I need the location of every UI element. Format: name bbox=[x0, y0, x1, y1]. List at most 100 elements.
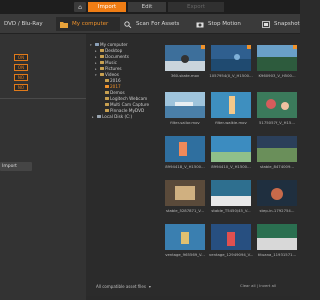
tree-item-pictures[interactable]: ▸ Pictures bbox=[95, 66, 122, 71]
source-scan-label: Scan For Assets bbox=[136, 21, 180, 27]
media-thumbnail[interactable] bbox=[165, 45, 205, 71]
folder-icon bbox=[99, 73, 104, 76]
expand-icon: ▾ bbox=[95, 72, 97, 77]
media-thumbnail[interactable] bbox=[165, 180, 205, 206]
tree-item-label: Demos bbox=[110, 90, 125, 95]
video-thumbnail-image bbox=[165, 136, 205, 162]
video-thumbnail-image bbox=[211, 180, 251, 206]
source-stop-motion-label: Stop Motion bbox=[208, 21, 241, 27]
source-scan-assets[interactable]: Scan For Assets bbox=[124, 17, 184, 31]
tab-import[interactable]: Import bbox=[88, 2, 126, 12]
tree-item-music[interactable]: ▸ Music bbox=[95, 60, 117, 65]
tree-item-multi-cam-capture[interactable]: Multi Cam Capture bbox=[100, 102, 149, 107]
video-thumbnail-image bbox=[165, 92, 205, 118]
media-thumbnail[interactable] bbox=[211, 224, 251, 250]
expand-icon: ▸ bbox=[95, 60, 97, 65]
media-thumbnail[interactable] bbox=[211, 92, 251, 118]
selected-check-icon[interactable] bbox=[201, 45, 205, 49]
selected-check-icon[interactable] bbox=[293, 45, 297, 49]
file-filter-dropdown[interactable]: All compatible asset files ▾ bbox=[96, 283, 186, 290]
tree-item-label: Videos bbox=[105, 72, 119, 77]
tree-item-pinnacle-mydvd[interactable]: Pinnacle MyDVD bbox=[100, 108, 144, 113]
snapshot-icon bbox=[262, 20, 270, 28]
tree-item-documents[interactable]: ▸ Documents bbox=[95, 54, 129, 59]
video-thumbnail-image bbox=[257, 136, 297, 162]
media-thumbnail[interactable] bbox=[211, 136, 251, 162]
option-toggle-4[interactable]: NO bbox=[14, 84, 28, 91]
video-thumbnail-image bbox=[165, 45, 205, 71]
media-thumbnail[interactable] bbox=[257, 136, 297, 162]
tree-item-label: Desktop bbox=[105, 48, 123, 53]
tree-item-videos[interactable]: ▾ Videos bbox=[95, 72, 119, 77]
left-panel: ON ON NO NO Import bbox=[0, 34, 86, 300]
selected-check-icon[interactable] bbox=[247, 45, 251, 49]
source-stop-motion[interactable]: Stop Motion bbox=[196, 17, 256, 31]
media-caption: stable_5287871_V... bbox=[165, 208, 205, 213]
tab-edit[interactable]: Edit bbox=[128, 2, 166, 12]
folder-icon bbox=[99, 61, 104, 64]
source-snapshot-label: Snapshot bbox=[274, 21, 300, 27]
tree-item-demos[interactable]: Demos bbox=[100, 90, 125, 95]
source-dvd-label: DVD / Blu-Ray bbox=[4, 21, 43, 27]
tree-item-local-disk[interactable]: ▸ Local Disk (C:) bbox=[92, 114, 132, 119]
import-button[interactable]: Import bbox=[0, 162, 32, 171]
media-thumbnail[interactable] bbox=[257, 224, 297, 250]
media-thumbnail[interactable] bbox=[211, 180, 251, 206]
tree-item-label: Multi Cam Capture bbox=[110, 102, 150, 107]
source-snapshot[interactable]: Snapshot bbox=[262, 17, 302, 31]
option-toggle-2[interactable]: ON bbox=[14, 64, 28, 71]
video-thumbnail-image bbox=[257, 224, 297, 250]
tree-item-desktop[interactable]: ▸ Desktop bbox=[95, 48, 122, 53]
source-bar: DVD / Blu-Ray My computer Scan For Asset… bbox=[0, 14, 300, 34]
folder-icon bbox=[104, 79, 109, 82]
video-thumbnail-image bbox=[257, 45, 297, 71]
media-caption: filter-walkie.mov bbox=[215, 120, 247, 125]
tree-item-label: 2016 bbox=[110, 78, 121, 83]
video-thumbnail-image bbox=[165, 180, 205, 206]
tree-item-2016[interactable]: 2016 bbox=[100, 78, 121, 83]
expand-icon: ▾ bbox=[90, 42, 92, 47]
media-caption: filter-sailor.mov bbox=[170, 120, 200, 125]
media-caption: step-in-1792754... bbox=[259, 208, 295, 213]
expand-icon: ▸ bbox=[95, 48, 97, 53]
source-my-computer[interactable]: My computer bbox=[56, 17, 120, 31]
media-caption: 1057954(0_V_H1500... bbox=[209, 73, 253, 78]
tree-item-logitech-webcam[interactable]: Logitech Webcam bbox=[100, 96, 147, 101]
folder-icon bbox=[104, 91, 109, 94]
tree-item-label: Pinnacle MyDVD bbox=[110, 108, 145, 113]
tab-export[interactable]: Export bbox=[168, 2, 224, 12]
tree-item-label: 2017 bbox=[110, 84, 121, 89]
option-toggle-3[interactable]: NO bbox=[14, 74, 28, 81]
media-thumbnail[interactable] bbox=[211, 45, 251, 71]
video-thumbnail-image bbox=[257, 92, 297, 118]
media-caption: tituana_11931571... bbox=[257, 252, 297, 257]
expand-icon: ▸ bbox=[92, 114, 94, 119]
media-caption: 5175057f_V_H15... bbox=[259, 120, 295, 125]
filter-label: All compatible asset files bbox=[96, 284, 146, 289]
media-thumbnail[interactable] bbox=[165, 92, 205, 118]
media-caption: ventage_965569_V... bbox=[165, 252, 205, 257]
media-thumbnail[interactable] bbox=[257, 180, 297, 206]
tree-item-label: My computer bbox=[100, 42, 128, 47]
media-caption: stable_T5450/45_V... bbox=[211, 208, 251, 213]
chevron-down-icon: ▾ bbox=[148, 284, 151, 289]
expand-icon: ▸ bbox=[95, 66, 97, 71]
clear-invert-links[interactable]: Clear all | Invert all bbox=[240, 283, 276, 288]
source-dvd[interactable]: DVD / Blu-Ray bbox=[0, 17, 52, 31]
media-thumbnail[interactable] bbox=[165, 136, 205, 162]
option-toggle-1[interactable]: ON bbox=[14, 54, 28, 61]
media-thumbnail[interactable] bbox=[165, 224, 205, 250]
tree-item-label: Documents bbox=[105, 54, 129, 59]
media-thumbnail[interactable] bbox=[257, 92, 297, 118]
home-icon: ⌂ bbox=[78, 3, 82, 11]
folder-icon bbox=[104, 103, 109, 106]
home-button[interactable]: ⌂ bbox=[74, 2, 86, 12]
media-caption: 8994418_V_H1500... bbox=[165, 164, 205, 169]
tree-item-2017[interactable]: 2017 bbox=[100, 84, 121, 89]
tree-item-label: Local Disk (C:) bbox=[102, 114, 133, 119]
media-thumbnail[interactable] bbox=[257, 45, 297, 71]
folder-icon bbox=[104, 85, 109, 88]
video-thumbnail-image bbox=[165, 224, 205, 250]
video-thumbnail-image bbox=[211, 224, 251, 250]
tree-item-my-computer[interactable]: ▾ My computer bbox=[90, 42, 128, 47]
